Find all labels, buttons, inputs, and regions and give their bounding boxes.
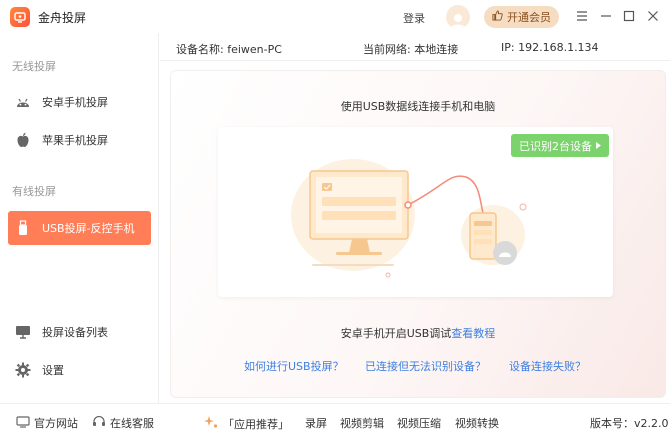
network-info: 当前网络: 本地连接 — [363, 43, 459, 56]
connection-illustration-card: 已识别2台设备 — [218, 127, 613, 297]
video-edit-link[interactable]: 视频剪辑 — [340, 415, 384, 431]
vip-button[interactable]: 开通会员 — [484, 6, 559, 28]
help-link-how-to-usb[interactable]: 如何进行USB投屏？ — [244, 358, 344, 374]
login-link[interactable]: 登录 — [403, 10, 425, 26]
recommend-label: 「应用推荐」 — [223, 417, 289, 431]
headset-icon — [92, 415, 106, 431]
sidebar-item-usb[interactable]: USB投屏-反控手机 — [8, 211, 151, 245]
view-tutorial-link[interactable]: 查看教程 — [451, 327, 495, 340]
device-name: 设备名称: feiwen-PC — [176, 43, 282, 56]
help-link-connect-failed[interactable]: 设备连接失败？ — [509, 358, 586, 374]
sidebar-item-settings[interactable]: 设置 — [8, 353, 151, 387]
record-link[interactable]: 录屏 — [305, 415, 327, 431]
hint-text: 安卓手机开启USB调试 — [340, 327, 452, 340]
sidebar: 无线投屏 安卓手机投屏 苹果手机投屏 有线投屏 USB投屏-反控手机 投屏设备列… — [0, 33, 159, 403]
gear-icon — [14, 361, 32, 379]
sparkle-icon — [203, 415, 219, 432]
sidebar-item-label: USB投屏-反控手机 — [42, 222, 135, 235]
apple-icon — [14, 131, 32, 149]
menu-icon[interactable] — [574, 8, 590, 24]
device-info-bar: 设备名称: feiwen-PC 当前网络: 本地连接 IP: 192.168.1… — [160, 33, 670, 61]
usb-debug-hint: 安卓手机开启USB调试查看教程 — [171, 325, 665, 341]
android-icon — [14, 93, 32, 111]
title-bar: 金舟投屏 登录 开通会员 — [0, 0, 670, 33]
version-number: 版本号：v2.2.0 — [590, 417, 669, 430]
minimize-icon[interactable] — [598, 8, 614, 24]
sidebar-item-label: 投屏设备列表 — [42, 326, 108, 339]
monitor-icon — [16, 415, 30, 431]
official-website-link[interactable]: 官方网站 — [16, 415, 78, 431]
service-label: 在线客服 — [110, 417, 154, 430]
sidebar-item-device-list[interactable]: 投屏设备列表 — [8, 315, 151, 349]
avatar[interactable] — [446, 5, 470, 29]
app-title: 金舟投屏 — [38, 11, 87, 25]
online-service-link[interactable]: 在线客服 — [92, 415, 154, 431]
vip-label: 开通会员 — [507, 11, 551, 24]
sidebar-item-label: 安卓手机投屏 — [42, 96, 108, 109]
usb-icon — [14, 219, 32, 237]
video-convert-link[interactable]: 视频转换 — [455, 415, 499, 431]
thumbs-up-icon — [492, 10, 503, 24]
section-label-wireless: 无线投屏 — [12, 60, 56, 73]
bottom-bar: 官方网站 在线客服 「应用推荐」 录屏 视频剪辑 视频压缩 视频转换 版本号：v… — [0, 403, 670, 436]
main-title: 使用USB数据线连接手机和电脑 — [340, 100, 496, 113]
ip-address: IP: 192.168.1.134 — [501, 41, 599, 54]
section-label-wired: 有线投屏 — [12, 185, 56, 198]
sidebar-item-label: 设置 — [42, 364, 64, 377]
monitor-icon — [14, 323, 32, 341]
website-label: 官方网站 — [34, 417, 78, 430]
help-link-cannot-recognize[interactable]: 已连接但无法识别设备？ — [365, 358, 486, 374]
sidebar-item-label: 苹果手机投屏 — [42, 134, 108, 147]
app-recommend-link[interactable]: 「应用推荐」 — [203, 415, 289, 432]
sidebar-item-apple[interactable]: 苹果手机投屏 — [8, 123, 151, 157]
computer-phone-illustration — [291, 159, 527, 278]
usb-main-panel: 使用USB数据线连接手机和电脑 已识别2台设备 安卓手机开启USB调试查看教程 … — [170, 70, 666, 398]
maximize-icon[interactable] — [621, 8, 637, 24]
sidebar-item-android[interactable]: 安卓手机投屏 — [8, 85, 151, 119]
app-logo-icon — [10, 7, 30, 27]
video-compress-link[interactable]: 视频压缩 — [397, 415, 441, 431]
close-icon[interactable] — [645, 8, 661, 24]
